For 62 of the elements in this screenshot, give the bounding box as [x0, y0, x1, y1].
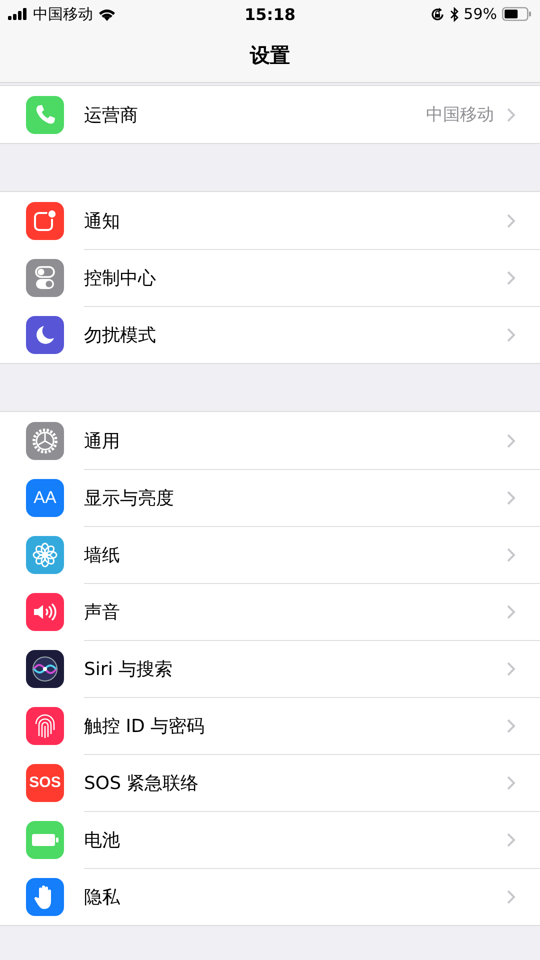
row-label: 控制中心: [84, 267, 157, 290]
settings-row[interactable]: 墙纸: [0, 526, 540, 583]
phone-icon: [26, 96, 64, 134]
row-label: 触控 ID 与密码: [84, 715, 206, 738]
settings-row[interactable]: 勿扰模式: [0, 306, 540, 363]
chevron-icon: [506, 547, 516, 563]
settings-row[interactable]: 电池: [0, 811, 540, 868]
battery-icon: [502, 7, 532, 21]
row-label: 墙纸: [84, 544, 121, 567]
flower-icon: [26, 536, 64, 574]
settings-row[interactable]: AA 显示与亮度: [0, 469, 540, 526]
settings-row[interactable]: 控制中心: [0, 249, 540, 306]
toggle-icon: [26, 258, 64, 296]
page-title: 设置: [250, 42, 290, 68]
chevron-icon: [506, 604, 516, 620]
settings-row[interactable]: SOS SOS 紧急联络: [0, 754, 540, 811]
settings-row[interactable]: 通用: [0, 412, 540, 469]
row-label: SOS 紧急联络: [84, 772, 200, 795]
settings-row[interactable]: 触控 ID 与密码: [0, 697, 540, 754]
chevron-icon: [506, 432, 516, 448]
row-label: 隐私: [84, 886, 121, 909]
row-value: 中国移动: [426, 104, 494, 126]
settings-row[interactable]: 通知: [0, 192, 540, 249]
bluetooth-icon: [450, 6, 459, 22]
clock-time: 15:18: [244, 4, 296, 24]
carrier-name: 中国移动: [33, 4, 93, 24]
gear-icon: [26, 422, 64, 460]
row-label: Siri 与搜索: [84, 658, 174, 681]
notification-icon: [26, 202, 64, 240]
settings-row[interactable]: 运营商 中国移动: [0, 86, 540, 143]
rotation-lock-icon: [430, 6, 445, 22]
row-label: 显示与亮度: [84, 487, 175, 510]
row-label: 运营商: [84, 104, 139, 126]
chevron-icon: [506, 270, 516, 286]
chevron-icon: [506, 718, 516, 734]
row-label: 电池: [84, 829, 121, 852]
settings-row[interactable]: 声音: [0, 583, 540, 640]
chevron-icon: [506, 889, 516, 905]
hand-icon: [26, 878, 64, 916]
signal-icon: [8, 8, 28, 20]
chevron-icon: [506, 490, 516, 506]
moon-icon: [26, 316, 64, 354]
chevron-icon: [506, 106, 516, 122]
chevron-icon: [506, 661, 516, 677]
settings-row[interactable]: 隐私: [0, 868, 540, 925]
row-label: 通知: [84, 210, 121, 232]
speaker-icon: [26, 592, 64, 630]
wifi-icon: [98, 8, 116, 20]
chevron-icon: [506, 327, 516, 343]
fingerprint-icon: [26, 706, 64, 744]
chevron-icon: [506, 832, 516, 848]
chevron-icon: [506, 775, 516, 791]
row-label: 勿扰模式: [84, 324, 157, 347]
settings-row[interactable]: Siri 与搜索: [0, 640, 540, 697]
row-label: 声音: [84, 601, 121, 624]
battery-icon: [26, 820, 64, 858]
sos-icon: SOS: [26, 764, 64, 802]
siri-icon: [26, 650, 64, 688]
row-label: 通用: [84, 430, 121, 452]
battery-percent: 59%: [464, 5, 497, 23]
chevron-icon: [506, 212, 516, 228]
text-size-icon: AA: [26, 478, 64, 516]
